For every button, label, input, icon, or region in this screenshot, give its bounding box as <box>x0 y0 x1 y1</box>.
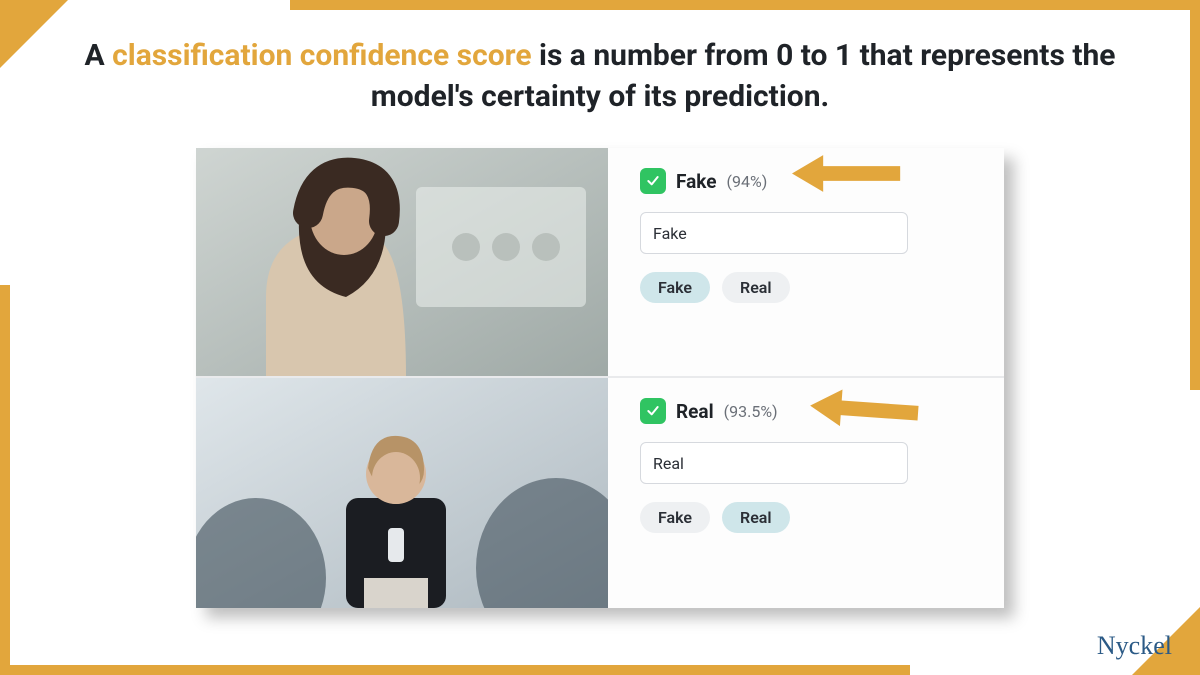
annotation-arrow-icon <box>808 378 922 441</box>
label-chips: Fake Real <box>640 272 978 303</box>
frame-edge-left <box>0 285 10 675</box>
sample-image <box>196 378 608 608</box>
classification-panel: Fake (94%) Fake Fake Real <box>196 148 1004 608</box>
frame-edge-bottom <box>0 665 910 675</box>
chip-fake[interactable]: Fake <box>640 502 710 533</box>
prediction-label: Real <box>676 400 714 423</box>
check-icon <box>640 168 666 194</box>
check-icon <box>640 398 666 424</box>
label-input-value: Fake <box>653 224 687 243</box>
brand-logo: Nyckel <box>1097 631 1172 661</box>
label-input[interactable]: Real <box>640 442 908 484</box>
corner-triangle-top-left <box>0 0 68 68</box>
label-input-value: Real <box>653 454 684 473</box>
headline-lead: A <box>85 38 113 73</box>
label-input[interactable]: Fake <box>640 212 908 254</box>
frame-edge-top <box>290 0 1200 10</box>
frame-edge-right <box>1190 0 1200 390</box>
prediction-meta: Real (93.5%) Real Fake Real <box>608 378 1004 608</box>
label-chips: Fake Real <box>640 502 978 533</box>
chip-real[interactable]: Real <box>722 272 790 303</box>
headline-accent: classification confidence score <box>112 38 531 73</box>
sample-image <box>196 148 608 376</box>
chip-real[interactable]: Real <box>722 502 790 533</box>
chip-fake[interactable]: Fake <box>640 272 710 303</box>
annotation-arrow-icon <box>792 146 902 201</box>
confidence-score: (93.5%) <box>724 402 778 421</box>
headline: A classification confidence score is a n… <box>80 36 1120 117</box>
confidence-score: (94%) <box>727 172 768 191</box>
prediction-label: Fake <box>676 170 717 193</box>
